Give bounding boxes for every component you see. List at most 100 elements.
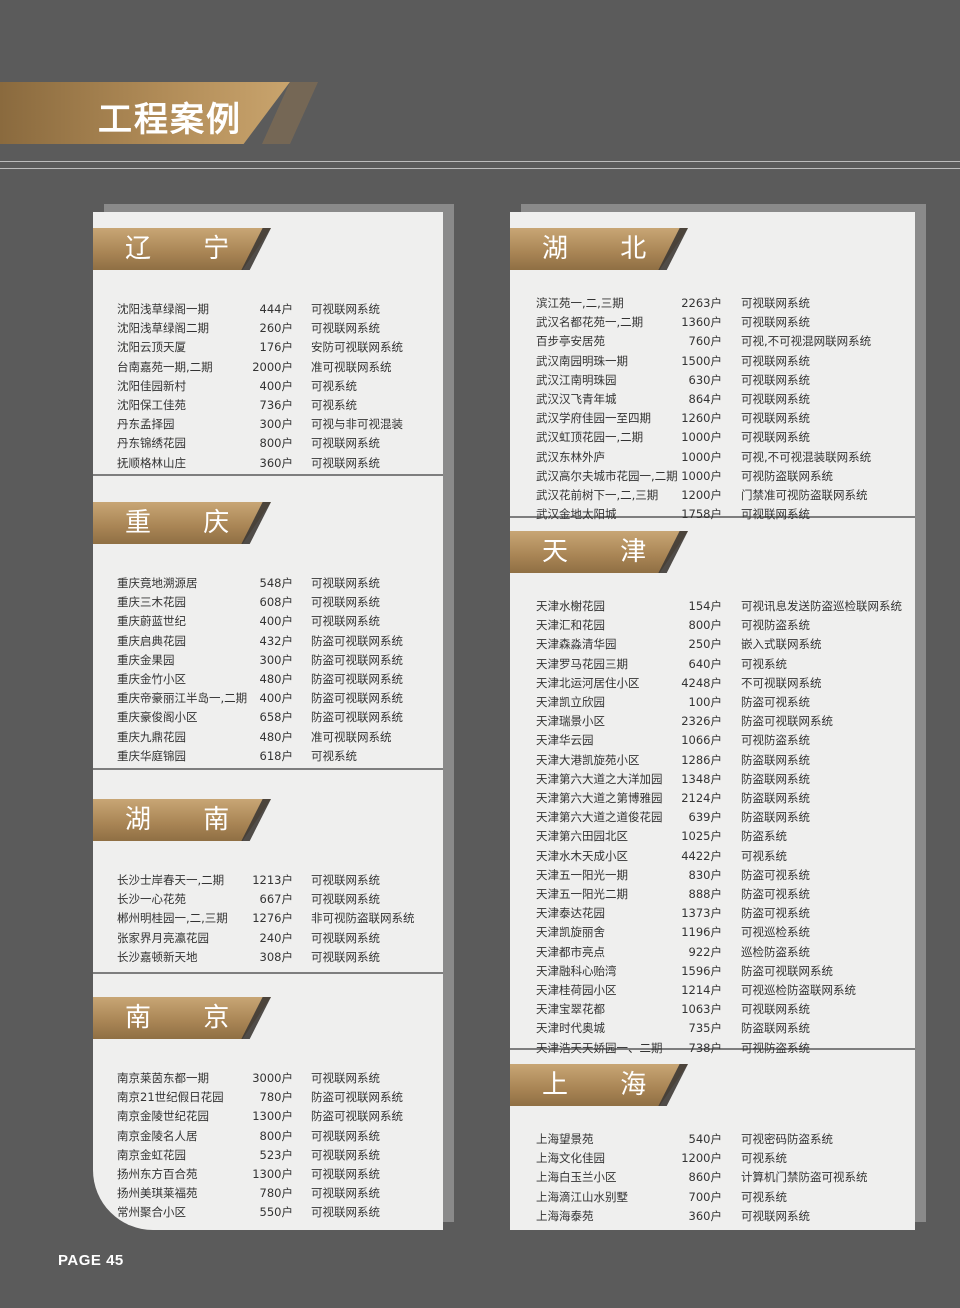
system-type: 计算机门禁防盗可视系统 bbox=[741, 1170, 868, 1185]
project-row: 重庆华庭锦园 618户 可视系统 bbox=[93, 747, 443, 766]
household-count: 3000户 bbox=[252, 1071, 293, 1085]
project-row: 天津融科心贻湾 1596户 防盗可视联网系统 bbox=[510, 962, 915, 981]
household-count: 1360户 bbox=[681, 315, 722, 330]
household-count: 738户 bbox=[688, 1040, 722, 1055]
household-count: 1200户 bbox=[681, 488, 722, 502]
household-count: 1596户 bbox=[681, 963, 722, 978]
household-count: 667户 bbox=[259, 892, 293, 907]
project-row: 长沙嘉顿新天地 308户 可视联网系统 bbox=[93, 948, 443, 967]
system-type: 可视联网系统 bbox=[311, 455, 380, 470]
project-name: 天津凯立欣园 bbox=[536, 695, 605, 709]
system-type: 可视系统 bbox=[311, 398, 357, 412]
system-type: 可视联网系统 bbox=[311, 436, 380, 451]
project-row: 天津泰达花园 1373户 防盗可视系统 bbox=[510, 904, 915, 923]
system-type: 防盗可视系统 bbox=[741, 695, 810, 709]
project-row: 天津罗马花园三期 640户 可视系统 bbox=[510, 655, 915, 674]
project-row: 天津瑞景小区 2326户 防盗可视联网系统 bbox=[510, 712, 915, 731]
project-row: 武汉花前树下一,二,三期 1200户 门禁准可视防盗联网系统 bbox=[510, 486, 915, 505]
household-count: 736户 bbox=[259, 398, 293, 412]
system-type: 可视联网系统 bbox=[741, 392, 810, 406]
system-type: 准可视联网系统 bbox=[311, 359, 392, 374]
household-count: 432户 bbox=[259, 633, 293, 648]
household-count: 400户 bbox=[259, 691, 293, 706]
project-row: 天津第六田园北区 1025户 防盗系统 bbox=[510, 827, 915, 846]
project-name: 重庆九鼎花园 bbox=[117, 729, 186, 744]
household-count: 1276户 bbox=[252, 911, 293, 926]
system-type: 可视联网系统 bbox=[741, 353, 810, 368]
project-row: 武汉名都花苑一,二期 1360户 可视联网系统 bbox=[510, 313, 915, 332]
project-row: 重庆金果园 300户 防盗可视联网系统 bbox=[93, 651, 443, 670]
system-type: 防盗可视联网系统 bbox=[311, 691, 403, 706]
project-row: 武汉东林外庐 1000户 可视,不可视混装联网系统 bbox=[510, 448, 915, 467]
section-divider bbox=[93, 972, 443, 974]
project-row: 丹东孟择园 300户 可视与非可视混装 bbox=[93, 415, 443, 434]
project-name: 武汉南园明珠一期 bbox=[536, 353, 628, 368]
household-count: 1025户 bbox=[681, 829, 722, 844]
project-row: 长沙士岸春天一,二期 1213户 可视联网系统 bbox=[93, 871, 443, 890]
project-name: 重庆启典花园 bbox=[117, 633, 186, 648]
household-count: 444户 bbox=[259, 302, 293, 316]
project-row: 天津浩天天娇园一、二期 738户 可视防盗系统 bbox=[510, 1039, 915, 1058]
system-type: 防盗联网系统 bbox=[741, 771, 810, 786]
household-count: 780户 bbox=[259, 1090, 293, 1105]
system-type: 防盗可视联网系统 bbox=[311, 710, 403, 725]
project-name: 长沙一心花苑 bbox=[117, 892, 186, 907]
project-name: 天津北运河居住小区 bbox=[536, 675, 640, 690]
project-row: 上海望景苑 540户 可视密码防盗系统 bbox=[510, 1130, 915, 1149]
region-title: 上 海 bbox=[542, 1070, 669, 1100]
household-count: 1348户 bbox=[681, 771, 722, 786]
project-row: 武汉江南明珠园 630户 可视联网系统 bbox=[510, 371, 915, 390]
system-type: 可视联网系统 bbox=[741, 1002, 810, 1017]
system-type: 可视系统 bbox=[741, 1151, 787, 1166]
project-name: 南京莱茵东都一期 bbox=[117, 1071, 209, 1085]
project-name: 天津凯旋丽舍 bbox=[536, 925, 605, 940]
project-name: 天津汇和花园 bbox=[536, 618, 605, 633]
system-type: 可视联网系统 bbox=[311, 930, 380, 945]
system-type: 防盗可视联网系统 bbox=[741, 963, 833, 978]
project-name: 天津五一阳光二期 bbox=[536, 887, 628, 901]
project-name: 重庆三木花园 bbox=[117, 595, 186, 610]
system-type: 可视防盗联网系统 bbox=[741, 468, 833, 483]
household-count: 550户 bbox=[259, 1205, 293, 1220]
system-type: 可视联网系统 bbox=[311, 1147, 380, 1162]
project-name: 台南嘉苑一期,二期 bbox=[117, 359, 213, 374]
project-row: 天津五一阳光一期 830户 防盗可视系统 bbox=[510, 866, 915, 885]
household-count: 1300户 bbox=[252, 1167, 293, 1181]
system-type: 防盗可视系统 bbox=[741, 867, 810, 882]
project-name: 重庆华庭锦园 bbox=[117, 748, 186, 763]
system-type: 可视系统 bbox=[311, 748, 357, 763]
household-count: 1000户 bbox=[681, 430, 722, 445]
project-row: 抚顺格林山庄 360户 可视联网系统 bbox=[93, 454, 443, 473]
project-name: 天津水木天成小区 bbox=[536, 848, 628, 863]
system-type: 可视,不可视混装联网系统 bbox=[741, 449, 872, 464]
household-count: 4248户 bbox=[681, 675, 722, 690]
project-name: 沈阳云顶天厦 bbox=[117, 340, 186, 355]
right-panel: 湖 北滨江苑一,二,三期 2263户 可视联网系统 武汉名都花苑一,二期 1360户 可视… bbox=[510, 212, 915, 1230]
household-count: 400户 bbox=[259, 378, 293, 393]
system-type: 可视联网系统 bbox=[741, 411, 810, 426]
project-row: 沈阳云顶天厦 176户 安防可视联网系统 bbox=[93, 338, 443, 357]
system-type: 可视联网系统 bbox=[311, 576, 380, 590]
system-type: 可视联网系统 bbox=[311, 1186, 380, 1201]
project-row: 南京金虹花园 523户 可视联网系统 bbox=[93, 1146, 443, 1165]
system-type: 可视联网系统 bbox=[311, 321, 380, 336]
project-name: 天津大港凯旋苑小区 bbox=[536, 752, 640, 767]
project-row: 上海滴江山水别墅 700户 可视系统 bbox=[510, 1188, 915, 1207]
project-row: 天津水木天成小区 4422户 可视系统 bbox=[510, 847, 915, 866]
household-count: 1758户 bbox=[681, 507, 722, 522]
system-type: 防盗可视联网系统 bbox=[311, 633, 403, 648]
system-type: 不可视联网系统 bbox=[741, 675, 822, 690]
project-row: 常州聚合小区 550户 可视联网系统 bbox=[93, 1203, 443, 1222]
project-row: 重庆九鼎花园 480户 准可视联网系统 bbox=[93, 728, 443, 747]
system-type: 防盗联网系统 bbox=[741, 1021, 810, 1036]
household-count: 1066户 bbox=[681, 733, 722, 748]
project-name: 天津水榭花园 bbox=[536, 599, 605, 613]
project-name: 上海文化佳园 bbox=[536, 1151, 605, 1166]
system-type: 可视联网系统 bbox=[741, 507, 810, 522]
system-type: 防盗可视联网系统 bbox=[311, 1090, 403, 1105]
region-title: 天 津 bbox=[542, 537, 669, 567]
project-row: 重庆蔚蓝世纪 400户 可视联网系统 bbox=[93, 612, 443, 631]
project-name: 重庆竟地溯源居 bbox=[117, 576, 198, 590]
project-name: 天津泰达花园 bbox=[536, 906, 605, 921]
project-name: 南京金陵名人居 bbox=[117, 1128, 198, 1143]
